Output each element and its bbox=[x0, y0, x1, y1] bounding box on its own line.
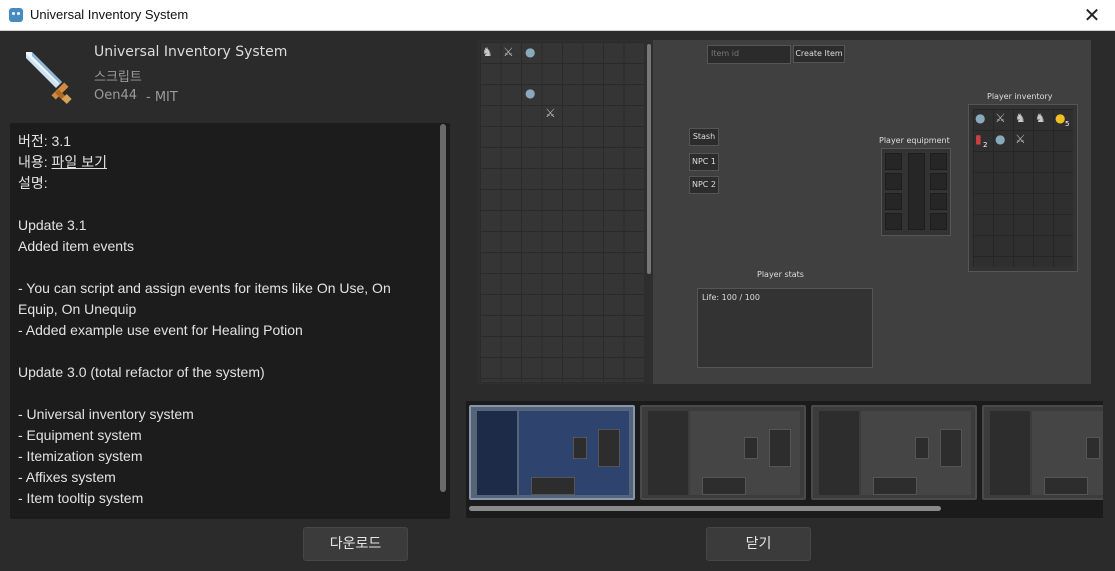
preview-npc2-button: NPC 2 bbox=[689, 176, 719, 194]
description-label-line: 설명: bbox=[18, 173, 436, 194]
divider bbox=[1103, 401, 1105, 518]
asset-detail-window: Universal Inventory System ✕ Universal I… bbox=[0, 0, 1115, 571]
godot-icon bbox=[9, 8, 23, 22]
potion-icon: ● bbox=[525, 45, 536, 59]
preview-main-panel: Item id Create Item Stash NPC 1 NPC 2 Pl… bbox=[653, 40, 1091, 384]
armor-icon: ♞ bbox=[1035, 111, 1046, 125]
preview-image: ♞ ⚔ ● ● ⚔ Item id Create Item Stash NPC … bbox=[477, 40, 1091, 384]
contents-line: 내용: 파일 보기 bbox=[18, 152, 436, 173]
health-potion-icon: ▮ bbox=[975, 132, 982, 146]
potion-icon: ● bbox=[995, 132, 1006, 146]
thumbnail-2[interactable] bbox=[640, 405, 806, 500]
preview-item-id-input: Item id bbox=[707, 45, 791, 64]
title-bar: Universal Inventory System ✕ bbox=[0, 0, 1115, 31]
preview-stash-grid bbox=[480, 42, 644, 382]
preview-player-equipment-label: Player equipment bbox=[879, 136, 950, 145]
sword-icon bbox=[26, 52, 72, 104]
potion-icon: ● bbox=[975, 111, 986, 125]
version-label: 버전: bbox=[18, 133, 48, 149]
desc-line: - Added example use event for Healing Po… bbox=[18, 322, 303, 338]
desc-line: Equip, On Unequip bbox=[18, 301, 137, 317]
thumbnail-3[interactable] bbox=[811, 405, 977, 500]
asset-author-link[interactable]: Oen44 bbox=[94, 88, 137, 103]
desc-line: - You can script and assign events for i… bbox=[18, 280, 391, 296]
asset-license: - MIT bbox=[146, 90, 178, 105]
desc-line: Update 3.1 bbox=[18, 217, 87, 233]
view-files-link[interactable]: 파일 보기 bbox=[52, 154, 107, 170]
potion-icon: ● bbox=[525, 86, 536, 100]
preview-stash-scrollbar bbox=[647, 44, 651, 274]
window-title: Universal Inventory System bbox=[30, 7, 189, 22]
preview-inventory-panel: ● ⚔ ♞ ♞ ● 5 ▮ 2 ● ⚔ bbox=[968, 104, 1078, 272]
sword-icon: ⚔ bbox=[503, 45, 514, 59]
desc-line: - Itemization system bbox=[18, 448, 143, 464]
preview-stash-button: Stash bbox=[689, 128, 719, 146]
armor-icon: ♞ bbox=[1015, 111, 1026, 125]
asset-name: Universal Inventory System bbox=[94, 44, 288, 60]
desc-line: - Universal inventory system bbox=[18, 406, 194, 422]
close-icon[interactable]: ✕ bbox=[1069, 0, 1115, 31]
armor-icon: ♞ bbox=[482, 45, 493, 59]
thumbnail-scrollbar[interactable] bbox=[469, 506, 941, 511]
close-button[interactable]: 닫기 bbox=[706, 527, 811, 561]
version-line: 버전: 3.1 bbox=[18, 131, 436, 152]
stack-count: 5 bbox=[1065, 120, 1070, 128]
desc-line: - Affixes system bbox=[18, 469, 116, 485]
desc-line: - Equipment system bbox=[18, 427, 142, 443]
sword-icon: ⚔ bbox=[1015, 132, 1026, 146]
sword-icon: ⚔ bbox=[545, 106, 556, 120]
gold-icon: ● bbox=[1055, 111, 1066, 125]
description-label: 설명: bbox=[18, 175, 48, 191]
preview-npc1-button: NPC 1 bbox=[689, 153, 719, 171]
thumbnail-1[interactable] bbox=[469, 405, 635, 500]
preview-create-item-button: Create Item bbox=[793, 45, 845, 63]
desc-line: - Item tooltip system bbox=[18, 490, 144, 506]
thumbnail-4[interactable] bbox=[982, 405, 1105, 500]
desc-line: Update 3.0 (total refactor of the system… bbox=[18, 364, 265, 380]
preview-stats-panel: Life: 100 / 100 bbox=[697, 288, 873, 368]
stack-count: 2 bbox=[983, 141, 988, 149]
thumbnail-strip bbox=[466, 401, 1105, 518]
download-button[interactable]: 다운로드 bbox=[303, 527, 408, 561]
preview-stash-panel: ♞ ⚔ ● ● ⚔ bbox=[477, 40, 653, 384]
preview-life-text: Life: 100 / 100 bbox=[702, 293, 760, 302]
asset-category-link[interactable]: 스크립트 bbox=[94, 66, 142, 85]
version-value: 3.1 bbox=[51, 133, 72, 149]
preview-player-inventory-label: Player inventory bbox=[987, 92, 1053, 101]
preview-player-stats-label: Player stats bbox=[757, 270, 804, 279]
contents-label: 내용: bbox=[18, 154, 48, 170]
description-scrollbar[interactable] bbox=[440, 124, 446, 492]
sword-icon: ⚔ bbox=[995, 111, 1006, 125]
preview-equipment-panel bbox=[881, 148, 951, 236]
desc-line: Added item events bbox=[18, 238, 134, 254]
description-text: 버전: 3.1 내용: 파일 보기 설명: Update 3.1 Added i… bbox=[18, 131, 436, 509]
description-panel: 버전: 3.1 내용: 파일 보기 설명: Update 3.1 Added i… bbox=[10, 123, 450, 519]
